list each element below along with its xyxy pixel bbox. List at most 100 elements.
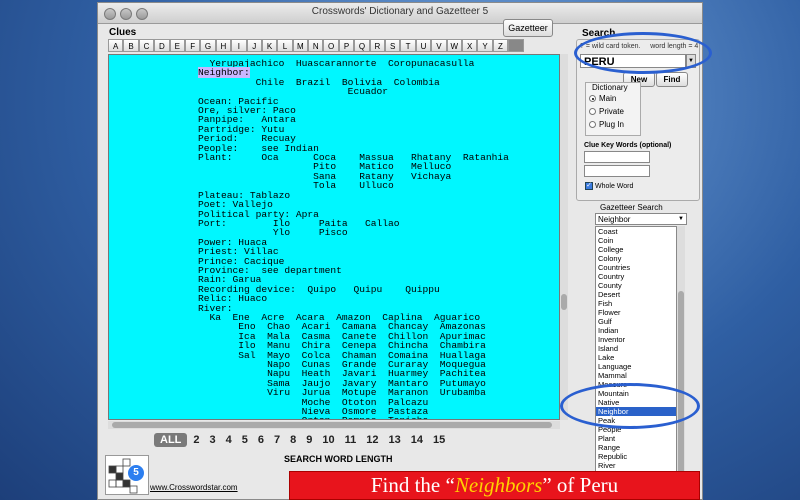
letter-button-m[interactable]: M bbox=[292, 39, 309, 52]
gazetteer-item[interactable]: Island bbox=[596, 344, 676, 353]
word-length-tab-12[interactable]: 12 bbox=[362, 433, 382, 447]
gazetteer-item[interactable]: Mammal bbox=[596, 371, 676, 380]
gazetteer-item[interactable]: Countries bbox=[596, 263, 676, 272]
letter-button-f[interactable]: F bbox=[184, 39, 201, 52]
gazetteer-item[interactable]: Coast bbox=[596, 227, 676, 236]
letter-button-t[interactable]: T bbox=[400, 39, 416, 52]
clues-label: Clues bbox=[109, 27, 137, 38]
gazetteer-item[interactable]: Country bbox=[596, 272, 676, 281]
letter-button-s[interactable]: S bbox=[385, 39, 401, 52]
letter-button-v[interactable]: V bbox=[431, 39, 447, 52]
radio-plug-in[interactable]: Plug In bbox=[589, 120, 624, 129]
gazetteer-item[interactable]: Republic bbox=[596, 452, 676, 461]
banner-highlight: Neighbors bbox=[454, 473, 543, 497]
gazetteer-category-select[interactable]: Neighbor ▼ bbox=[595, 213, 687, 225]
word-length-tab-8[interactable]: 8 bbox=[286, 433, 300, 447]
word-length-tab-14[interactable]: 14 bbox=[407, 433, 427, 447]
banner-text-post: ” of Peru bbox=[542, 473, 619, 497]
gazetteer-list-scrollbar[interactable] bbox=[677, 226, 685, 499]
word-length-tab-4[interactable]: 4 bbox=[222, 433, 236, 447]
gazetteer-item[interactable]: Language bbox=[596, 362, 676, 371]
word-length-tab-all[interactable]: ALL bbox=[154, 433, 188, 447]
banner-text-pre: Find the “ bbox=[370, 473, 455, 497]
letter-button-x[interactable]: X bbox=[461, 39, 478, 52]
caption-banner: Find the “Neighbors” of Peru bbox=[289, 471, 700, 500]
word-length-tab-9[interactable]: 9 bbox=[302, 433, 316, 447]
clue-vertical-scrollbar[interactable] bbox=[560, 54, 568, 420]
letter-button-g[interactable]: G bbox=[200, 39, 216, 52]
clue-results-area[interactable]: Yerupajachico Huascarannorte Coropunacas… bbox=[108, 54, 560, 420]
letter-button-o[interactable]: O bbox=[323, 39, 339, 52]
website-link[interactable]: www.Crosswordstar.com bbox=[150, 483, 238, 492]
gazetteer-item[interactable]: County bbox=[596, 281, 676, 290]
letter-button-u[interactable]: U bbox=[415, 39, 432, 52]
word-length-tab-2[interactable]: 2 bbox=[189, 433, 203, 447]
letter-button-h[interactable]: H bbox=[215, 39, 232, 52]
word-length-tabs: ALL 2 3 4 5 6 7 8 9 10 11 12 13 14 15 bbox=[154, 433, 449, 447]
scroll-thumb[interactable] bbox=[678, 291, 684, 481]
scroll-thumb[interactable] bbox=[112, 422, 552, 428]
radio-label: Private bbox=[599, 107, 624, 116]
letter-button-k[interactable]: K bbox=[261, 39, 278, 52]
word-length-tab-10[interactable]: 10 bbox=[318, 433, 338, 447]
selected-category: Neighbor bbox=[598, 215, 631, 224]
letter-button-r[interactable]: R bbox=[369, 39, 386, 52]
gazetteer-item[interactable]: River bbox=[596, 461, 676, 470]
letter-button-n[interactable]: N bbox=[308, 39, 324, 52]
gazetteer-item[interactable]: Gulf bbox=[596, 317, 676, 326]
clue-keyword-input-1[interactable] bbox=[584, 151, 650, 163]
letter-button-i[interactable]: I bbox=[231, 39, 247, 52]
gazetteer-item[interactable]: Desert bbox=[596, 290, 676, 299]
gazetteer-item[interactable]: Coin bbox=[596, 236, 676, 245]
word-length-tab-11[interactable]: 11 bbox=[341, 433, 361, 447]
scroll-thumb[interactable] bbox=[561, 294, 567, 310]
letter-button-l[interactable]: L bbox=[277, 39, 293, 52]
word-length-tab-3[interactable]: 3 bbox=[206, 433, 220, 447]
checkmark-icon[interactable]: ✓ bbox=[585, 182, 593, 190]
gazetteer-item[interactable]: Flower bbox=[596, 308, 676, 317]
letter-button-j[interactable]: J bbox=[246, 39, 262, 52]
gazetteer-item[interactable]: Lake bbox=[596, 353, 676, 362]
gazetteer-item[interactable]: Colony bbox=[596, 254, 676, 263]
letter-button-d[interactable]: D bbox=[154, 39, 170, 52]
letter-button-y[interactable]: Y bbox=[477, 39, 493, 52]
gazetteer-item[interactable]: College bbox=[596, 245, 676, 254]
clue-keywords-label: Clue Key Words (optional) bbox=[584, 142, 672, 149]
gazetteer-category-list[interactable]: Coast Coin College Colony Countries Country Co… bbox=[595, 226, 677, 499]
radio-button-icon[interactable] bbox=[589, 108, 596, 115]
chevron-down-icon: ▼ bbox=[678, 216, 684, 222]
letter-button-c[interactable]: C bbox=[138, 39, 155, 52]
gazetteer-item[interactable]: Indian bbox=[596, 326, 676, 335]
letter-button-z[interactable]: Z bbox=[492, 39, 509, 52]
letter-button-e[interactable]: E bbox=[169, 39, 185, 52]
letter-button-a[interactable]: A bbox=[108, 39, 124, 52]
letter-button-b[interactable]: B bbox=[123, 39, 139, 52]
radio-main[interactable]: Main bbox=[589, 94, 616, 103]
dictionary-title: Dictionary bbox=[592, 83, 628, 92]
gazetteer-item[interactable]: Range bbox=[596, 443, 676, 452]
word-length-tab-6[interactable]: 6 bbox=[254, 433, 268, 447]
search-word-length-label: SEARCH WORD LENGTH bbox=[284, 454, 393, 464]
clue-horizontal-scrollbar[interactable] bbox=[108, 421, 560, 429]
radio-button-icon[interactable] bbox=[589, 121, 596, 128]
gazetteer-item[interactable]: Plant bbox=[596, 434, 676, 443]
gazetteer-button[interactable]: Gazetteer bbox=[503, 19, 553, 37]
word-length-tab-15[interactable]: 15 bbox=[429, 433, 449, 447]
letter-button-w[interactable]: W bbox=[446, 39, 462, 52]
clue-keyword-input-2[interactable] bbox=[584, 165, 650, 177]
gazetteer-item[interactable]: Inventor bbox=[596, 335, 676, 344]
whole-word-checkbox[interactable]: ✓ Whole Word bbox=[585, 182, 633, 190]
gazetteer-search-label: Gazetteer Search bbox=[600, 203, 663, 212]
radio-private[interactable]: Private bbox=[589, 107, 624, 116]
letter-scroll-button[interactable] bbox=[508, 39, 524, 52]
gazetteer-item[interactable]: Fish bbox=[596, 299, 676, 308]
radio-label: Plug In bbox=[599, 120, 624, 129]
word-length-tab-7[interactable]: 7 bbox=[270, 433, 284, 447]
word-length-tab-13[interactable]: 13 bbox=[385, 433, 405, 447]
letter-button-q[interactable]: Q bbox=[354, 39, 370, 52]
radio-button-icon[interactable] bbox=[589, 95, 596, 102]
word-length-tab-5[interactable]: 5 bbox=[238, 433, 252, 447]
letter-button-p[interactable]: P bbox=[338, 39, 355, 52]
find-button[interactable]: Find bbox=[656, 72, 688, 87]
clue-text: Yerupajachico Huascarannorte Coropunacas… bbox=[109, 55, 559, 419]
